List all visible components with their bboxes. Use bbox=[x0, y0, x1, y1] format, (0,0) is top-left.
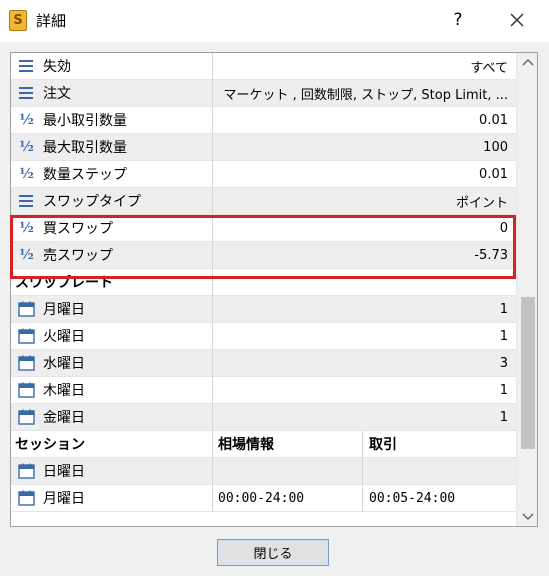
session-trade bbox=[363, 458, 516, 484]
day-label: 月曜日 bbox=[43, 302, 85, 318]
scroll-down-button[interactable] bbox=[517, 508, 537, 526]
property-row[interactable]: ½ 数量ステップ 0.01 bbox=[11, 161, 516, 188]
calendar-icon bbox=[15, 488, 37, 508]
close-button[interactable]: 閉じる bbox=[217, 539, 329, 566]
calendar-icon bbox=[15, 299, 37, 319]
property-value: 0.01 bbox=[213, 161, 516, 188]
property-label: 注文 bbox=[43, 86, 71, 102]
session-day-label: 日曜日 bbox=[43, 464, 85, 480]
swap-rate-header-row: スワップレート bbox=[11, 269, 516, 296]
calendar-icon bbox=[15, 326, 37, 346]
day-label: 火曜日 bbox=[43, 329, 85, 345]
session-header-row: セッション 相場情報 取引 bbox=[11, 431, 516, 458]
scroll-thumb[interactable] bbox=[521, 297, 535, 449]
session-row[interactable]: 月曜日 00:00-24:00 00:05-24:00 bbox=[11, 485, 516, 512]
calendar-icon bbox=[15, 380, 37, 400]
swap-day-row[interactable]: 木曜日 1 bbox=[11, 377, 516, 404]
property-label: 買スワップ bbox=[43, 221, 113, 237]
day-value: 1 bbox=[213, 377, 516, 404]
list-icon bbox=[15, 83, 37, 103]
day-value: 1 bbox=[213, 404, 516, 431]
scroll-up-button[interactable] bbox=[517, 53, 537, 71]
session-trade: 00:05-24:00 bbox=[369, 490, 456, 506]
calendar-icon bbox=[15, 353, 37, 373]
property-label: 売スワップ bbox=[43, 248, 113, 264]
vertical-scrollbar[interactable] bbox=[516, 53, 537, 526]
list-icon bbox=[15, 191, 37, 211]
property-label: 最小取引数量 bbox=[43, 113, 127, 129]
property-row[interactable]: ½ 最小取引数量 0.01 bbox=[11, 107, 516, 134]
close-window-button[interactable] bbox=[505, 8, 529, 32]
half-icon: ½ bbox=[19, 247, 34, 263]
property-value: ポイント bbox=[213, 188, 516, 215]
help-button[interactable]: ? bbox=[448, 9, 468, 31]
day-label: 水曜日 bbox=[43, 356, 85, 372]
session-heading: セッション bbox=[11, 431, 213, 457]
day-label: 木曜日 bbox=[43, 383, 85, 399]
quotes-column-header: 相場情報 bbox=[213, 431, 363, 457]
half-icon: ½ bbox=[19, 166, 34, 182]
session-day-label: 月曜日 bbox=[43, 491, 85, 507]
day-label: 金曜日 bbox=[43, 410, 85, 426]
calendar-icon bbox=[15, 407, 37, 427]
session-quotes bbox=[213, 458, 363, 484]
half-icon: ½ bbox=[19, 220, 34, 236]
properties-table: 失効 すべて注文 マーケット , 回数制限, ストップ, Stop Limit, .… bbox=[11, 53, 516, 512]
property-row[interactable]: 注文 マーケット , 回数制限, ストップ, Stop Limit, ... bbox=[11, 80, 516, 107]
day-value: 1 bbox=[213, 323, 516, 350]
window-title: 詳細 bbox=[36, 12, 67, 30]
swap-day-row[interactable]: 金曜日 1 bbox=[11, 404, 516, 431]
property-row[interactable]: ½ 買スワップ 0 bbox=[11, 215, 516, 242]
day-value: 3 bbox=[213, 350, 516, 377]
property-row[interactable]: ½ 売スワップ -5.73 bbox=[11, 242, 516, 269]
property-value: マーケット , 回数制限, ストップ, Stop Limit, ... bbox=[213, 80, 516, 107]
session-row[interactable]: 日曜日 bbox=[11, 458, 516, 485]
property-value: すべて bbox=[213, 53, 516, 80]
property-label: スワップタイプ bbox=[43, 194, 141, 210]
property-row[interactable]: スワップタイプ ポイント bbox=[11, 188, 516, 215]
chevron-down-icon bbox=[522, 513, 534, 520]
half-icon: ½ bbox=[19, 139, 34, 155]
list-icon bbox=[15, 56, 37, 76]
close-icon bbox=[510, 13, 524, 27]
properties-panel[interactable]: 失効 すべて注文 マーケット , 回数制限, ストップ, Stop Limit, .… bbox=[10, 52, 538, 527]
trade-column-header: 取引 bbox=[369, 437, 397, 453]
swap-day-row[interactable]: 火曜日 1 bbox=[11, 323, 516, 350]
property-value: 0.01 bbox=[213, 107, 516, 134]
swap-rate-heading: スワップレート bbox=[15, 275, 113, 291]
property-value: 0 bbox=[213, 215, 516, 242]
property-value: -5.73 bbox=[213, 242, 516, 269]
calendar-icon bbox=[15, 461, 37, 481]
session-quotes: 00:00-24:00 bbox=[213, 485, 363, 511]
swap-day-row[interactable]: 水曜日 3 bbox=[11, 350, 516, 377]
day-value: 1 bbox=[213, 296, 516, 323]
swap-day-row[interactable]: 月曜日 1 bbox=[11, 296, 516, 323]
chevron-up-icon bbox=[522, 59, 534, 66]
property-label: 最大取引数量 bbox=[43, 140, 127, 156]
property-label: 失効 bbox=[43, 59, 71, 75]
property-row[interactable]: ½ 最大取引数量 100 bbox=[11, 134, 516, 161]
half-icon: ½ bbox=[19, 112, 34, 128]
property-row[interactable]: 失効 すべて bbox=[11, 53, 516, 80]
title-bar: S 詳細 ? bbox=[0, 0, 549, 42]
property-label: 数量ステップ bbox=[43, 167, 127, 183]
property-value: 100 bbox=[213, 134, 516, 161]
app-icon: S bbox=[9, 10, 27, 31]
